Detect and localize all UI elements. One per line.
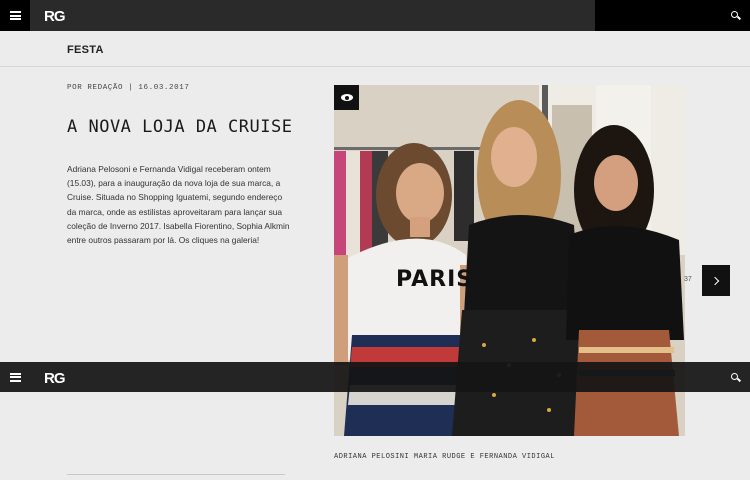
hamburger-menu-icon [9,11,21,20]
sticky-site-logo[interactable]: RG [44,370,65,387]
sticky-menu-button[interactable] [0,362,30,392]
category-row: FESTA [0,31,750,67]
search-icon [731,11,741,20]
article-byline: POR REDAÇÃO | 16.03.2017 [67,84,190,92]
category-label[interactable]: FESTA [67,44,104,56]
menu-button[interactable] [0,0,30,31]
article-title: A NOVA LOJA DA CRUISE [67,117,293,137]
next-photo-button[interactable] [702,265,730,296]
search-icon[interactable] [731,373,741,382]
article-body: Adriana Pelosoni e Fernanda Vidigal rece… [67,164,290,246]
eye-icon [340,94,353,101]
divider [67,474,285,475]
gallery-counter: 37 [684,276,692,283]
sticky-navigation-bar: RG [0,362,750,392]
hamburger-menu-icon [9,372,21,382]
photo-caption: ADRIANA PELOSINI MARIA RUDGE E FERNANDA … [334,453,555,461]
top-navigation-bar: RG [0,0,750,31]
search-button[interactable] [595,0,750,31]
view-gallery-button[interactable] [334,85,359,110]
site-logo[interactable]: RG [44,8,65,25]
shirt-print-text: PARIS [396,267,474,292]
chevron-right-icon [710,276,719,285]
